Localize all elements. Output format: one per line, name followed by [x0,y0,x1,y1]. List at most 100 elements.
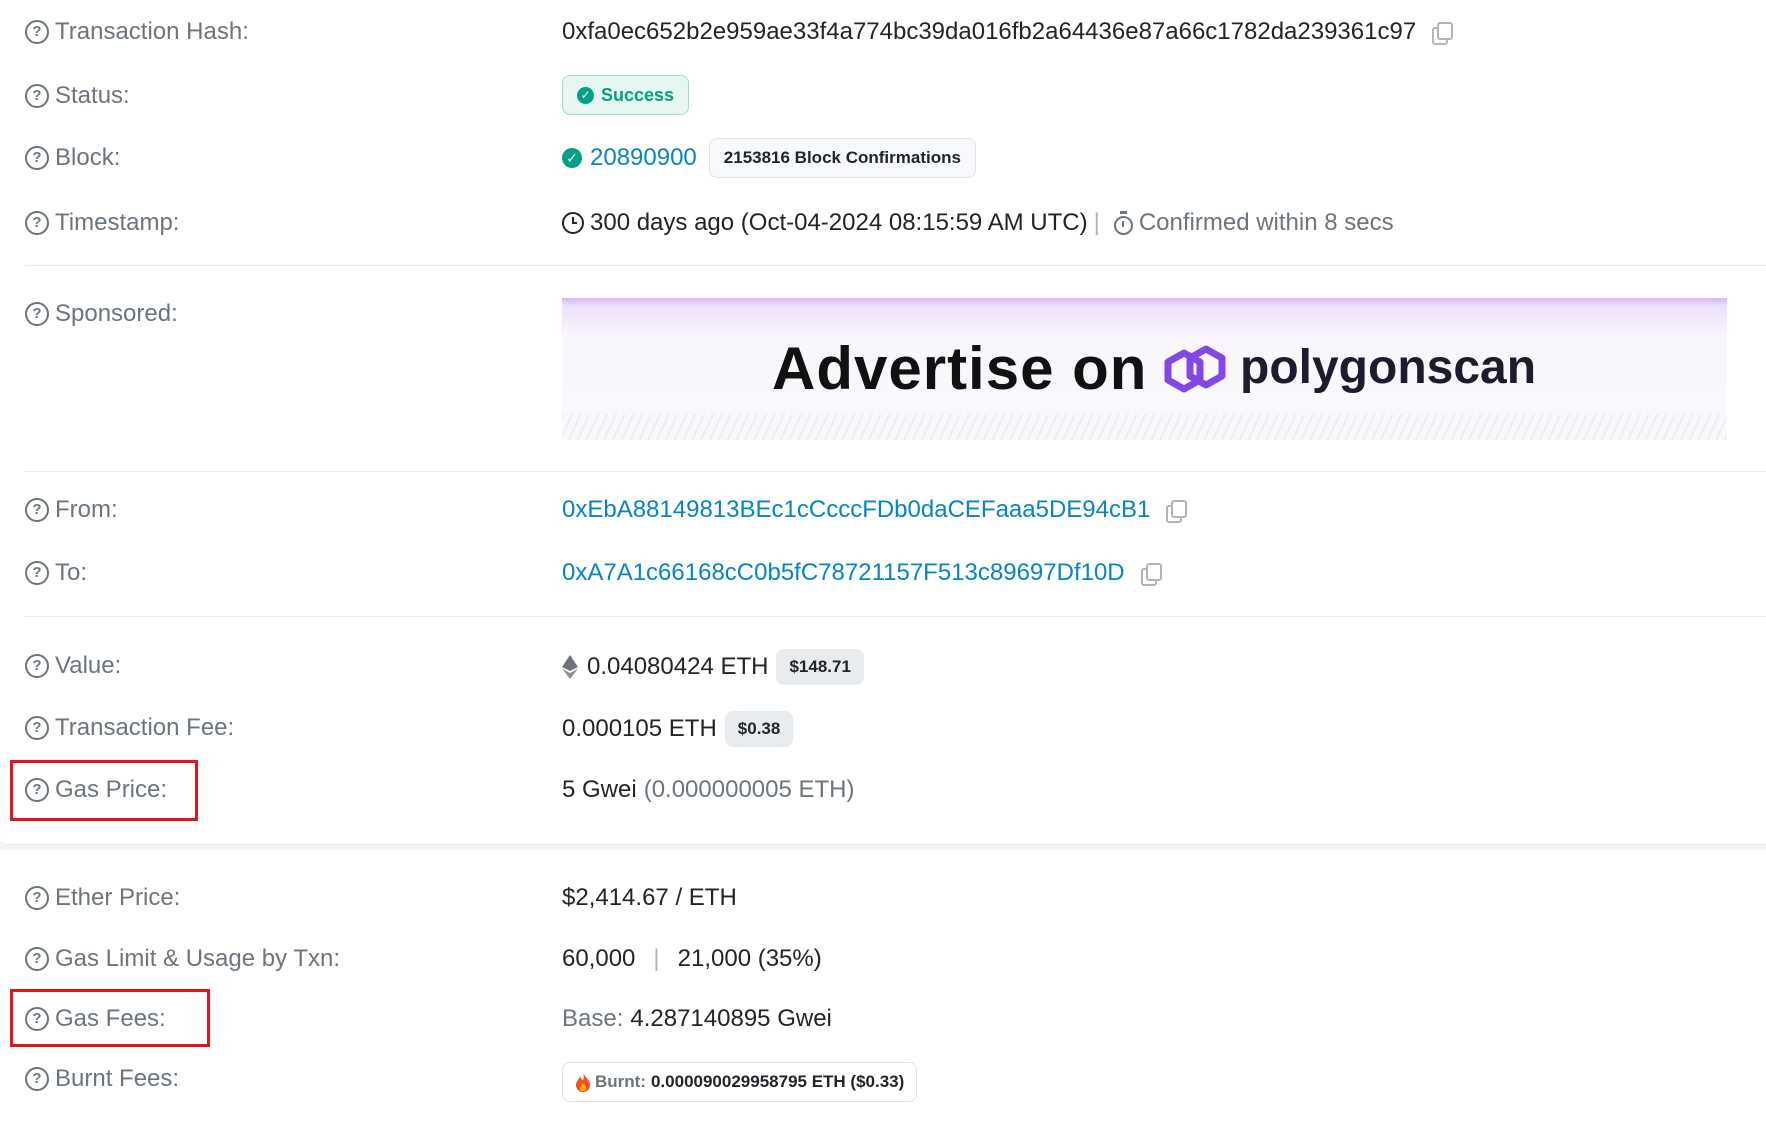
timestamp-label-wrap: ? Timestamp: [25,209,179,237]
status-label: Status: [55,82,130,109]
copy-icon[interactable] [1166,500,1188,523]
from-label-wrap: ? From: [25,496,118,524]
sponsored-ad-banner[interactable]: Advertise on polygonscan [562,298,1727,440]
burnt-fees-badge: Burnt: 0.000090029958795 ETH ($0.33) [562,1062,918,1102]
burnt-fees-value-wrap: Burnt: 0.000090029958795 ETH ($0.33) [562,1062,918,1102]
from-value-wrap: 0xEbA88149813BEc1cCcccFDb0daCEFaaa5DE94c… [562,496,1188,524]
divider [25,471,1766,472]
row-transaction-hash: ? Transaction Hash: 0xfa0ec652b2e959ae33… [0,14,1766,50]
value-label: Value: [55,652,122,679]
timestamp-value: 300 days ago (Oct-04-2024 08:15:59 AM UT… [590,209,1088,236]
timestamp-label: Timestamp: [55,209,180,236]
polygon-logo [1164,345,1226,393]
gas-price-highlight-box [10,760,198,821]
gas-fees-base-value: 4.287140895 Gwei [630,1005,832,1032]
fire-icon [576,1072,590,1092]
transaction-hash-label-wrap: ? Transaction Hash: [25,18,249,46]
question-icon[interactable]: ? [25,84,49,108]
block-confirmations-badge: 2153816 Block Confirmations [708,138,976,178]
block-label-wrap: ? Block: [25,144,120,172]
check-circle-icon: ✓ [577,86,594,104]
row-to: ? To: 0xA7A1c66168cC0b5fC78721157F513c89… [0,555,1766,591]
value-usd-badge: $148.71 [776,649,864,685]
clock-icon [562,212,584,234]
question-icon[interactable]: ? [25,947,49,971]
divider [25,616,1766,617]
ad-brand: polygonscan [1240,341,1537,394]
row-gas-price: ? Gas Price: 5 Gwei (0.000000005 ETH) [0,772,1766,808]
check-circle-icon: ✓ [562,148,582,168]
burnt-value: 0.000090029958795 ETH ($0.33) [650,1072,905,1091]
timestamp-value-wrap: 300 days ago (Oct-04-2024 08:15:59 AM UT… [562,209,1394,237]
gas-fees-value-wrap: Base: 4.287140895 Gwei [562,1005,832,1033]
row-ether-price: ? Ether Price: $2,414.67 / ETH [0,880,1766,916]
gas-limit-value-wrap: 60,000 | 21,000 (35%) [562,945,822,973]
to-address-link[interactable]: 0xA7A1c66168cC0b5fC78721157F513c89697Df1… [562,559,1125,587]
question-icon[interactable]: ? [25,654,49,678]
transaction-hash-value: 0xfa0ec652b2e959ae33f4a774bc39da016fb2a6… [562,18,1417,45]
question-icon[interactable]: ? [25,146,49,170]
ether-price-label: Ether Price: [55,884,181,911]
gas-price-gwei: 5 Gwei [562,776,637,803]
to-label: To: [55,559,88,586]
to-value-wrap: 0xA7A1c66168cC0b5fC78721157F513c89697Df1… [562,559,1162,587]
copy-icon[interactable] [1140,563,1162,586]
row-block: ? Block: ✓ 20890900 2153816 Block Confir… [0,138,1766,180]
from-address-link[interactable]: 0xEbA88149813BEc1cCcccFDb0daCEFaaa5DE94c… [562,496,1150,524]
gas-fees-base-label: Base: [562,1005,624,1032]
timestamp-separator: | [1093,209,1100,236]
row-gas-fees: ? Gas Fees: Base: 4.287140895 Gwei [0,1001,1766,1037]
timer-icon [1113,210,1133,235]
row-burnt-fees: ? Burnt Fees: Burnt: 0.000090029958795 E… [0,1061,1766,1103]
burnt-fees-label: Burnt Fees: [55,1065,180,1092]
gas-usage-value: 21,000 (35%) [677,945,822,972]
value-amount: 0.04080424 ETH [587,653,769,680]
from-label: From: [55,496,118,523]
status-value-wrap: ✓ Success [562,75,690,115]
divider [25,265,1766,266]
question-icon[interactable]: ? [25,561,49,585]
gas-limit-label-wrap: ? Gas Limit & Usage by Txn: [25,945,340,973]
value-value-wrap: 0.04080424 ETH $148.71 [562,649,864,685]
row-transaction-fee: ? Transaction Fee: 0.000105 ETH $0.38 [0,710,1766,750]
question-icon[interactable]: ? [25,302,49,326]
timestamp-confirmed: Confirmed within 8 secs [1138,209,1394,236]
to-label-wrap: ? To: [25,559,87,587]
question-icon[interactable]: ? [25,716,49,740]
transaction-hash-value-wrap: 0xfa0ec652b2e959ae33f4a774bc39da016fb2a6… [562,18,1454,46]
status-label-wrap: ? Status: [25,82,130,110]
row-gas-limit: ? Gas Limit & Usage by Txn: 60,000 | 21,… [0,941,1766,977]
transaction-fee-label: Transaction Fee: [55,714,235,741]
block-value-wrap: ✓ 20890900 2153816 Block Confirmations [562,138,976,178]
transaction-fee-value-wrap: 0.000105 ETH $0.38 [562,711,794,747]
gas-price-eth: (0.000000005 ETH) [643,776,855,803]
ether-price-value: $2,414.67 / ETH [562,884,737,911]
transaction-fee-label-wrap: ? Transaction Fee: [25,714,234,742]
transaction-fee-amount: 0.000105 ETH [562,715,717,742]
question-icon[interactable]: ? [25,1067,49,1091]
row-from: ? From: 0xEbA88149813BEc1cCcccFDb0daCEFa… [0,492,1766,528]
question-icon[interactable]: ? [25,20,49,44]
burnt-fees-label-wrap: ? Burnt Fees: [25,1065,179,1093]
ether-price-value-wrap: $2,414.67 / ETH [562,884,737,912]
sponsored-label: Sponsored: [55,300,178,327]
row-timestamp: ? Timestamp: 300 days ago (Oct-04-2024 0… [0,205,1766,241]
sponsored-label-wrap: ? Sponsored: [25,300,178,328]
question-icon[interactable]: ? [25,211,49,235]
ad-text: Advertise on [772,335,1148,402]
ethereum-icon [562,655,578,679]
copy-icon[interactable] [1432,22,1454,45]
row-value: ? Value: 0.04080424 ETH $148.71 [0,648,1766,688]
status-value: Success [601,84,675,105]
gas-limit-label: Gas Limit & Usage by Txn: [55,945,340,972]
block-number-link[interactable]: 20890900 [590,144,697,172]
ad-stripes [562,414,1727,440]
transaction-fee-usd-badge: $0.38 [724,711,794,747]
question-icon[interactable]: ? [25,498,49,522]
gas-limit-value: 60,000 [562,945,636,972]
status-badge: ✓ Success [562,75,690,115]
question-icon[interactable]: ? [25,886,49,910]
gas-price-value-wrap: 5 Gwei (0.000000005 ETH) [562,776,855,804]
value-label-wrap: ? Value: [25,652,121,680]
burnt-label: Burnt: [595,1072,646,1091]
